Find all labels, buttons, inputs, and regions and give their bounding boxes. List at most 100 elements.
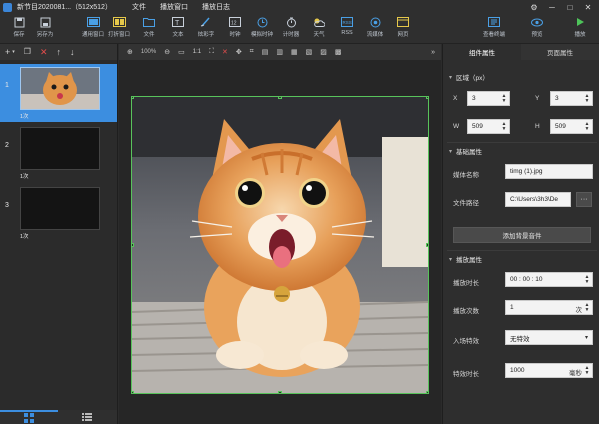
x-spinner-icon[interactable]: ▲ ▼: [500, 92, 508, 105]
minimize-icon[interactable]: ─: [543, 0, 561, 14]
stream-icon: [368, 16, 382, 28]
cat-image: [132, 97, 428, 393]
close-icon[interactable]: ✕: [579, 0, 597, 14]
play-icon: [573, 16, 587, 28]
canvas-stage[interactable]: [131, 96, 429, 394]
move-icon[interactable]: ✥: [236, 48, 242, 56]
preview-button[interactable]: 预览: [524, 16, 550, 38]
save-as-button[interactable]: 另存为: [32, 16, 58, 38]
collapse-caret-icon: ▾: [449, 256, 453, 263]
move-up-icon[interactable]: ↑: [57, 47, 62, 57]
fit-width-icon[interactable]: ▭: [178, 48, 185, 56]
distribute-icon[interactable]: ▨: [320, 48, 327, 56]
browse-file-button[interactable]: ···: [576, 192, 592, 207]
menu-play-window[interactable]: 播放窗口: [160, 2, 188, 12]
divider: [447, 142, 597, 143]
count-spinner-icon[interactable]: ▲ ▼: [583, 301, 591, 314]
tab-page-properties[interactable]: 页面属性: [521, 44, 599, 60]
main-toolbar: 保存 另存为 通用窗口 打折窗口 文件 T 文本 炫彩字 12 时钟 模拟时钟 …: [0, 14, 599, 44]
divider: [447, 250, 597, 251]
resize-handle-r[interactable]: [426, 243, 428, 247]
menu-play-log[interactable]: 播放日志: [202, 2, 230, 12]
play-count-input[interactable]: 1 次 ▲ ▼: [505, 300, 593, 315]
actual-size-icon[interactable]: 1:1: [193, 49, 201, 55]
layer-icon[interactable]: ▩: [335, 48, 342, 56]
duration-spinner-icon[interactable]: ▲ ▼: [583, 273, 591, 286]
copy-slide-icon[interactable]: ❐: [24, 48, 31, 56]
width-input[interactable]: 509 ▲ ▼: [467, 119, 510, 134]
grid-view-tab[interactable]: [0, 410, 58, 424]
discount-window-button[interactable]: 打折窗口: [106, 16, 132, 38]
zoom-level: 100%: [140, 49, 157, 55]
resize-handle-t[interactable]: [278, 97, 282, 99]
height-input[interactable]: 509 ▲ ▼: [550, 119, 593, 134]
text-icon: T: [171, 16, 185, 28]
y-input[interactable]: 3 ▲ ▼: [550, 91, 593, 106]
slide-item[interactable]: 1 1次: [0, 64, 117, 122]
align-bottom-icon[interactable]: ▧: [306, 48, 313, 56]
region-section-header[interactable]: ▾ 区域（px）: [449, 72, 489, 83]
timer-button[interactable]: 计时器: [278, 16, 304, 38]
collapse-panel-icon[interactable]: »: [431, 49, 435, 56]
width-spinner-icon[interactable]: ▲ ▼: [500, 120, 508, 133]
y-spinner-icon[interactable]: ▲ ▼: [583, 92, 591, 105]
resize-handle-bl[interactable]: [132, 391, 134, 393]
align-right-icon[interactable]: ▥: [276, 48, 283, 56]
colorful-text-button[interactable]: 炫彩字: [193, 16, 219, 38]
slide-item[interactable]: 3 1次: [0, 184, 117, 242]
fit-screen-icon[interactable]: ⛶: [209, 48, 214, 56]
resize-handle-b[interactable]: [278, 391, 282, 393]
basic-section-header[interactable]: ▾ 基础属性: [449, 146, 482, 157]
weather-button[interactable]: 天气: [306, 16, 332, 38]
align-top-icon[interactable]: ▦: [291, 48, 298, 56]
rss-icon: RSS: [340, 16, 354, 28]
menu-file[interactable]: 文件: [132, 2, 146, 12]
settings-gear-icon[interactable]: ⚙: [525, 0, 543, 14]
collapse-caret-icon: ▾: [449, 148, 453, 155]
list-view-icon: [82, 413, 92, 421]
effect-time-spinner-icon[interactable]: ▲ ▼: [583, 364, 591, 377]
effect-duration-input[interactable]: 1000 毫秒 ▲ ▼: [505, 363, 593, 378]
file-button[interactable]: 文件: [136, 16, 162, 38]
zoom-in-icon[interactable]: ⊕: [127, 48, 133, 56]
save-icon: [12, 16, 26, 28]
grid-view-icon: [24, 413, 34, 423]
play-section-header[interactable]: ▾ 播放属性: [449, 254, 482, 265]
text-button[interactable]: T 文本: [165, 16, 191, 38]
entry-effect-select[interactable]: 无特效 ▾: [505, 330, 593, 345]
maximize-icon[interactable]: □: [561, 0, 579, 14]
list-view-tab[interactable]: [58, 410, 116, 424]
align-left-icon[interactable]: ▤: [262, 48, 269, 56]
duration-input[interactable]: 00 : 00 : 10 ▲ ▼: [505, 272, 593, 287]
move-down-icon[interactable]: ↓: [70, 47, 75, 57]
stream-button[interactable]: 流媒体: [362, 16, 388, 38]
general-window-button[interactable]: 通用窗口: [80, 16, 106, 38]
canvas-area: ⊕ 100% ⊖ ▭ 1:1 ⛶ ✕ ✥ ⌗ ▤ ▥ ▦ ▧ ▨ ▩ »: [119, 44, 441, 424]
webpage-button[interactable]: 网页: [390, 16, 416, 38]
delete-slide-icon[interactable]: ✕: [40, 47, 48, 57]
file-path-input[interactable]: C:\Users\3h3\De: [505, 192, 571, 207]
resize-handle-tr[interactable]: [426, 97, 428, 99]
x-input[interactable]: 3 ▲ ▼: [467, 91, 510, 106]
add-slide-icon[interactable]: +: [5, 47, 10, 57]
add-audio-button[interactable]: 添加背景音件: [453, 227, 591, 243]
delete-element-icon[interactable]: ✕: [222, 48, 228, 56]
resize-handle-br[interactable]: [426, 391, 428, 393]
crop-icon[interactable]: ⌗: [250, 48, 254, 56]
height-spinner-icon[interactable]: ▲ ▼: [583, 120, 591, 133]
resize-handle-l[interactable]: [132, 243, 134, 247]
clock-button[interactable]: 12 时钟: [222, 16, 248, 38]
view-terminal-button[interactable]: 查看终端: [481, 16, 507, 38]
play-button[interactable]: 播放: [567, 16, 593, 38]
media-name-input[interactable]: timg (1).jpg: [505, 164, 593, 179]
tab-component-properties[interactable]: 组件属性: [443, 44, 521, 60]
add-dropdown-icon[interactable]: ▾: [12, 49, 15, 55]
slide-item[interactable]: 2 1次: [0, 124, 117, 182]
collapse-caret-icon: ▾: [449, 74, 453, 81]
analog-clock-button[interactable]: 模拟时钟: [249, 16, 275, 38]
zoom-out-icon[interactable]: ⊖: [164, 48, 170, 56]
eye-icon: [530, 16, 544, 28]
save-button[interactable]: 保存: [6, 16, 32, 38]
resize-handle-tl[interactable]: [132, 97, 134, 99]
rss-button[interactable]: RSS RSS: [334, 16, 360, 36]
